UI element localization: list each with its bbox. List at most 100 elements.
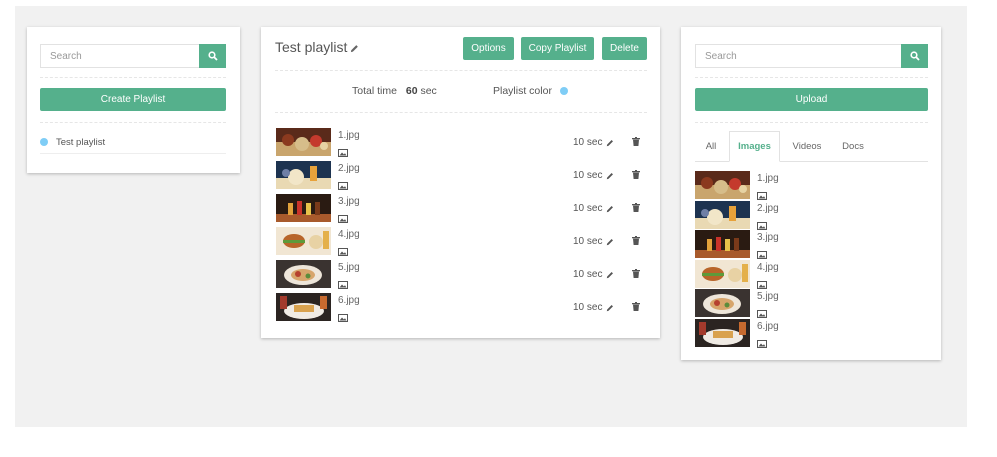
image-icon <box>757 339 767 348</box>
file-name: 5.jpg <box>757 291 779 302</box>
item-filename: 1.jpg <box>338 130 360 141</box>
trash-icon[interactable] <box>632 236 640 245</box>
file-name: 6.jpg <box>757 320 779 332</box>
file-thumbnail <box>695 171 750 199</box>
media-tabs: All Images Videos Docs <box>695 131 928 162</box>
file-thumbnail <box>695 259 750 288</box>
item-filename: 5.jpg <box>338 262 360 273</box>
media-library: Search Upload All Images Videos Docs 1.j… <box>681 27 941 360</box>
file-name: 1.jpg <box>757 173 779 184</box>
search-icon <box>909 51 920 61</box>
trash-icon[interactable] <box>632 170 640 179</box>
media-search-input[interactable]: Search <box>695 44 901 68</box>
trash-icon[interactable] <box>632 269 640 278</box>
media-file-item[interactable]: 4.jpg <box>695 259 928 289</box>
file-thumbnail <box>695 200 750 229</box>
item-duration: 10 sec <box>573 302 603 313</box>
file-name: 3.jpg <box>757 232 779 243</box>
total-time: Total time 60 sec <box>352 85 437 97</box>
media-search: Search <box>695 44 928 68</box>
item-filename: 2.jpg <box>338 163 360 174</box>
playlist-editor: Test playlist Options Copy Playlist Dele… <box>261 27 660 338</box>
image-icon <box>338 182 348 190</box>
image-icon <box>757 221 767 230</box>
image-icon <box>338 281 348 289</box>
playlist-item[interactable]: 1.jpg 10 sec <box>276 128 648 157</box>
divider <box>40 122 226 123</box>
image-icon <box>338 248 348 256</box>
playlist-search-input[interactable]: Search <box>40 44 199 68</box>
pencil-icon[interactable] <box>606 172 614 180</box>
delete-button[interactable]: Delete <box>602 37 647 60</box>
playlist-list-item[interactable]: Test playlist <box>40 135 226 154</box>
item-duration: 10 sec <box>573 236 603 247</box>
image-icon <box>338 149 348 157</box>
total-time-value: 60 <box>405 85 418 97</box>
pencil-icon[interactable] <box>606 205 614 213</box>
image-icon <box>757 192 767 200</box>
file-name: 2.jpg <box>757 202 779 214</box>
item-filename: 4.jpg <box>338 229 360 240</box>
pencil-icon[interactable] <box>606 304 614 312</box>
file-thumbnail <box>695 318 750 347</box>
playlist-title: Test playlist <box>275 39 359 55</box>
copy-playlist-button[interactable]: Copy Playlist <box>521 37 594 60</box>
playlist-item[interactable]: 5.jpg 10 sec <box>276 260 648 289</box>
media-file-item[interactable]: 3.jpg <box>695 230 928 259</box>
tab-docs[interactable]: Docs <box>833 131 873 161</box>
pencil-icon[interactable] <box>606 139 614 147</box>
item-thumbnail <box>276 161 331 189</box>
options-button[interactable]: Options <box>463 37 514 60</box>
trash-icon[interactable] <box>632 302 640 311</box>
trash-icon[interactable] <box>632 203 640 212</box>
upload-button[interactable]: Upload <box>695 88 928 111</box>
playlist-color: Playlist color <box>493 85 568 97</box>
pencil-icon[interactable] <box>350 44 359 53</box>
pencil-icon[interactable] <box>606 238 614 246</box>
item-thumbnail <box>276 260 331 288</box>
media-search-button[interactable] <box>901 44 928 68</box>
playlist-color-swatch[interactable] <box>559 87 568 95</box>
media-file-item[interactable]: 6.jpg <box>695 318 928 348</box>
file-thumbnail <box>695 289 750 317</box>
search-icon <box>207 51 218 61</box>
create-playlist-button[interactable]: Create Playlist <box>40 88 226 111</box>
playlist-color-dot <box>40 138 48 146</box>
playlist-item[interactable]: 4.jpg 10 sec <box>276 227 648 256</box>
playlist-search: Search <box>40 44 226 68</box>
item-duration: 10 sec <box>573 203 603 214</box>
item-duration: 10 sec <box>573 269 603 280</box>
playlist-title-text: Test playlist <box>275 39 348 55</box>
media-file-item[interactable]: 2.jpg <box>695 200 928 230</box>
file-thumbnail <box>695 230 750 258</box>
media-file-item[interactable]: 1.jpg <box>695 171 928 200</box>
playlist-search-button[interactable] <box>199 44 226 68</box>
tab-videos[interactable]: Videos <box>783 131 831 161</box>
item-thumbnail <box>276 293 331 321</box>
playlist-item[interactable]: 6.jpg 10 sec <box>276 293 648 322</box>
divider <box>40 77 226 78</box>
total-time-unit: sec <box>420 85 437 97</box>
total-time-label: Total time <box>352 85 397 97</box>
pencil-icon[interactable] <box>606 271 614 279</box>
divider <box>695 77 928 78</box>
playlist-item[interactable]: 2.jpg 10 sec <box>276 161 648 190</box>
image-icon <box>757 251 767 259</box>
playlists-panel: Search Create Playlist Test playlist <box>27 27 240 173</box>
item-duration: 10 sec <box>573 137 603 148</box>
media-file-item[interactable]: 5.jpg <box>695 289 928 318</box>
tab-all[interactable]: All <box>695 131 727 161</box>
item-filename: 3.jpg <box>338 196 360 207</box>
divider <box>275 112 647 113</box>
file-name: 4.jpg <box>757 261 779 273</box>
trash-icon[interactable] <box>632 137 640 146</box>
playlist-color-label: Playlist color <box>493 85 552 97</box>
divider <box>275 70 647 71</box>
playlist-item[interactable]: 3.jpg 10 sec <box>276 194 648 223</box>
item-duration: 10 sec <box>573 170 603 181</box>
playlist-name: Test playlist <box>56 137 106 148</box>
image-icon <box>757 280 767 289</box>
item-filename: 6.jpg <box>338 295 360 306</box>
tab-images[interactable]: Images <box>729 131 780 162</box>
item-thumbnail <box>276 128 331 156</box>
